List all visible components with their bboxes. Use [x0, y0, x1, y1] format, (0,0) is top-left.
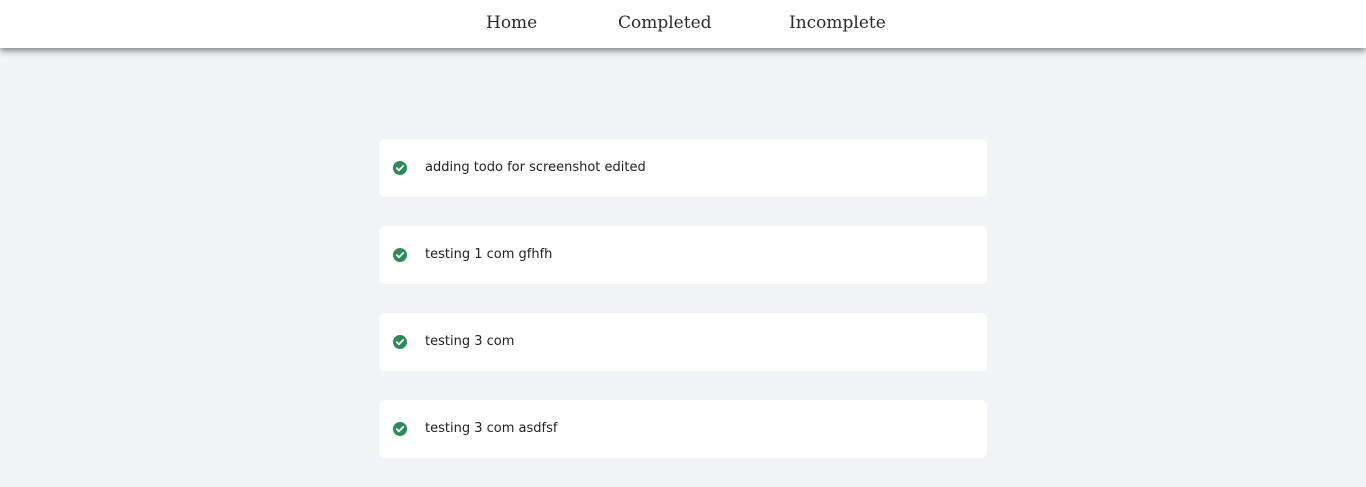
nav-link-home[interactable]: Home: [486, 13, 537, 33]
check-circle-icon[interactable]: [393, 248, 407, 262]
todo-label: adding todo for screenshot edited: [425, 160, 646, 175]
todo-label: testing 3 com asdfsf: [425, 421, 558, 436]
check-circle-icon[interactable]: [393, 422, 407, 436]
todo-label: testing 3 com: [425, 334, 515, 349]
check-circle-icon[interactable]: [393, 161, 407, 175]
todo-item[interactable]: testing 3 com: [379, 313, 987, 371]
todo-list: adding todo for screenshot edited testin…: [379, 139, 987, 487]
nav-link-completed[interactable]: Completed: [618, 13, 712, 33]
check-circle-icon[interactable]: [393, 335, 407, 349]
nav-link-incomplete[interactable]: Incomplete: [789, 13, 886, 33]
top-navbar: Home Completed Incomplete: [0, 0, 1366, 48]
todo-item[interactable]: testing 3 com asdfsf: [379, 400, 987, 458]
todo-label: testing 1 com gfhfh: [425, 247, 553, 262]
todo-item[interactable]: adding todo for screenshot edited: [379, 139, 987, 197]
todo-item[interactable]: testing 1 com gfhfh: [379, 226, 987, 284]
